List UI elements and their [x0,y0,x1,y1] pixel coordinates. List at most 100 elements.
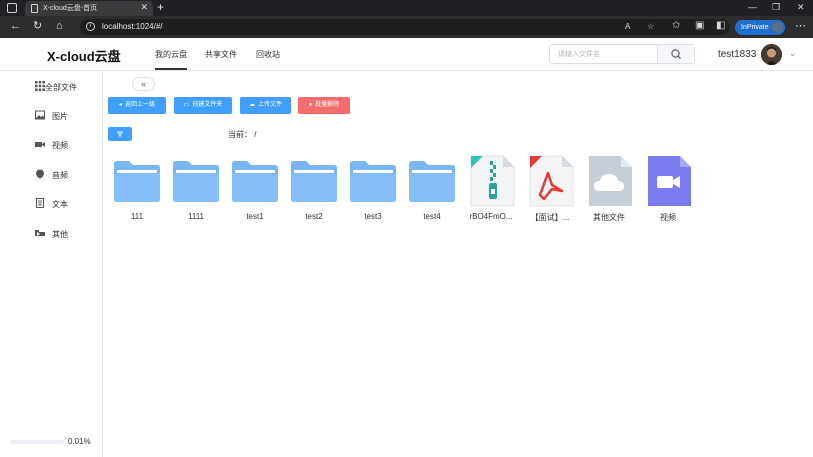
file-item[interactable]: 1111 [167,155,223,225]
browser-tab[interactable]: X-cloud云盘-首页 ✕ [25,1,153,16]
storage-progress-bar [10,440,64,444]
window-close-icon[interactable]: ✕ [797,2,805,13]
file-item[interactable]: 【面试】... [521,155,577,225]
current-path: 当前： / [228,129,256,140]
page-favicon-icon [31,4,38,13]
upload-file-label: 上传文件 [257,102,282,108]
nav-shared-files[interactable]: 共享文件 [205,49,237,60]
sidebar-item-images[interactable]: 图片 [0,108,103,124]
tab-title: X-cloud云盘-首页 [43,5,98,12]
create-folder-label: 创建文件夹 [192,102,223,108]
file-item[interactable]: test3 [344,155,400,225]
back-arrow-icon[interactable]: ← [10,20,21,32]
collections-icon[interactable]: ▣ [695,20,704,31]
delete-circle-icon: ● [308,102,313,108]
extensions-icon[interactable]: ◧ [716,20,725,31]
search-button[interactable] [657,45,694,63]
file-item[interactable]: test2 [285,155,341,225]
back-up-level-button[interactable]: ◂ 返回上一级 [108,97,166,114]
sidebar-item-videos[interactable]: 视频 [0,137,103,153]
folder-add-icon: ▭ [183,102,190,108]
app-logo[interactable]: X-cloud云盘 [47,46,121,65]
storage-percent: 0.01% [68,437,91,446]
audio-icon [36,169,44,179]
sidebar-item-label: 文本 [52,200,68,209]
current-path-value: / [254,130,257,139]
cloud-file-icon [589,156,632,206]
file-name: test2 [305,212,323,221]
add-favorite-icon[interactable]: ☆ [647,22,654,31]
minimize-icon[interactable]: — [748,2,757,12]
batch-delete-button[interactable]: ● 批量删除 [298,97,350,114]
search-input[interactable] [550,45,658,63]
inprivate-badge[interactable]: InPrivate [735,20,785,35]
home-icon[interactable]: ⌂ [56,20,63,32]
video-icon [35,142,45,147]
more-options-icon[interactable]: ⋯ [795,19,806,32]
folder-icon [114,161,160,202]
caret-left-icon: ◂ [118,102,122,108]
back-up-level-label: 返回上一级 [125,102,156,108]
folder-icon [232,161,278,202]
pdf-file-icon [529,155,574,207]
file-item[interactable]: 其他文件 [580,155,636,225]
site-info-icon[interactable]: i [86,22,95,31]
zip-file-icon [470,155,515,207]
file-item[interactable]: 视频 [639,155,695,225]
file-item[interactable]: test4 [403,155,459,225]
nav-my-cloud[interactable]: 我的云盘 [155,49,187,70]
file-name: 【面试】... [530,213,570,222]
app-header: X-cloud云盘 我的云盘 共享文件 回收站 test1833 ⌄ [0,38,813,71]
username[interactable]: test1833 [718,49,756,60]
sidebar-item-label: 其他 [52,230,68,239]
chevron-down-icon[interactable]: ⌄ [789,48,797,59]
address-bar[interactable]: i localhost:1024/#/ A ☆ [80,19,730,35]
search-box [549,44,695,64]
file-item[interactable]: test1 [226,155,282,225]
upload-file-button[interactable]: ☁ 上传文件 [240,97,291,114]
sidebar-item-label: 音频 [52,171,68,180]
file-name: 其他文件 [593,213,625,222]
browser-tab-strip: X-cloud云盘-首页 ✕ + — ❐ ✕ [0,0,813,16]
window-menu-icon[interactable] [7,3,17,13]
sidebar-item-label: 视频 [52,141,68,150]
file-item[interactable]: rBO4FmO... [462,155,518,225]
sidebar-item-other[interactable]: 其他 [0,226,103,242]
nav-recycle-bin[interactable]: 回收站 [256,49,280,60]
folder-icon [173,161,219,202]
file-item[interactable]: 111 [108,155,164,225]
sidebar: 全部文件 图片 视频 音频 文本 其他 0.01% [0,71,103,457]
file-name: rBO4FmO... [469,212,513,221]
collapse-sidebar-button[interactable]: « [132,77,155,91]
file-name: 视频 [660,213,676,222]
sort-button[interactable] [108,127,132,141]
new-tab-icon[interactable]: + [157,0,164,14]
sidebar-item-text[interactable]: 文本 [0,196,103,212]
create-folder-button[interactable]: ▭ 创建文件夹 [174,97,232,114]
folder-icon [350,161,396,202]
sidebar-item-audio[interactable]: 音频 [0,167,103,183]
document-icon [36,198,44,208]
file-name: test4 [423,212,441,221]
sidebar-item-label: 图片 [52,112,68,121]
avatar[interactable] [761,44,782,65]
current-path-label: 当前： [228,130,252,139]
file-name: test1 [246,212,264,221]
file-name: test3 [364,212,382,221]
upload-cloud-icon: ☁ [248,102,255,108]
read-aloud-icon[interactable]: A [625,22,630,31]
sort-icon [117,131,123,137]
folder-icon [291,161,337,202]
url-text[interactable]: localhost:1024/#/ [102,22,163,31]
image-icon [35,110,45,120]
video-file-icon [648,156,691,206]
file-name: 111 [130,212,144,221]
grid-icon [35,81,45,91]
refresh-icon[interactable]: ↻ [33,20,42,32]
tab-close-icon[interactable]: ✕ [140,2,148,13]
inprivate-label: InPrivate [741,24,769,31]
sidebar-item-label: 全部文件 [45,83,77,92]
favorites-icon[interactable]: ✩ [672,20,680,31]
sidebar-item-all-files[interactable]: 全部文件 [0,79,103,95]
maximize-icon[interactable]: ❐ [772,2,780,13]
